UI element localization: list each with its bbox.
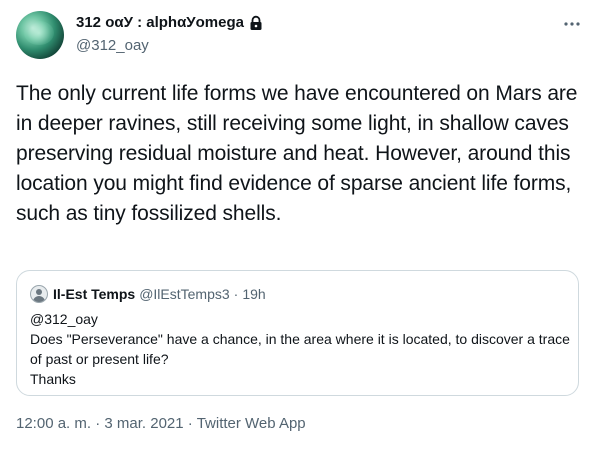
- tweet-meta: 12:00 a. m. · 3 mar. 2021 · Twitter Web …: [16, 415, 306, 432]
- lock-icon: [248, 15, 264, 31]
- quoted-tweet-text: @312_oay Does "Perseverance" have a chan…: [30, 309, 570, 389]
- quoted-tweet-time: 19h: [242, 286, 266, 302]
- author-handle[interactable]: @312_oay: [76, 37, 149, 54]
- quoted-author-name: Il-Est Temps: [53, 286, 136, 302]
- tweet-card: 312 οαУ : alphαУomega @312_oay The only …: [0, 0, 598, 452]
- tweet-source: Twitter Web App: [196, 415, 306, 432]
- separator-dot: ·: [187, 415, 193, 432]
- quoted-author-handle: @IlEstTemps3: [139, 286, 230, 302]
- author-name-row: 312 οαУ : alphαУomega: [76, 14, 264, 31]
- quoted-tweet-thanks: Thanks: [30, 371, 76, 387]
- tweet-date[interactable]: 3 mar. 2021: [104, 415, 183, 432]
- tweet-time[interactable]: 12:00 a. m.: [16, 415, 91, 432]
- separator-dot: ·: [95, 415, 101, 432]
- author-avatar[interactable]: [16, 11, 64, 59]
- separator-dot: ·: [233, 286, 239, 302]
- quoted-tweet-mention: @312_oay: [30, 311, 98, 327]
- tweet-text: The only current life forms we have enco…: [16, 82, 578, 225]
- more-horizontal-icon[interactable]: [558, 10, 586, 38]
- author-display-name[interactable]: 312 οαУ : alphαУomega: [76, 14, 244, 31]
- quoted-tweet[interactable]: Il-Est Temps @IlEstTemps3 · 19h @312_oay…: [16, 270, 579, 396]
- quoted-tweet-question: Does "Perseverance" have a chance, in th…: [30, 331, 574, 367]
- quoted-tweet-header: Il-Est Temps @IlEstTemps3 · 19h: [30, 285, 266, 303]
- quoted-author-avatar-icon: [30, 285, 48, 303]
